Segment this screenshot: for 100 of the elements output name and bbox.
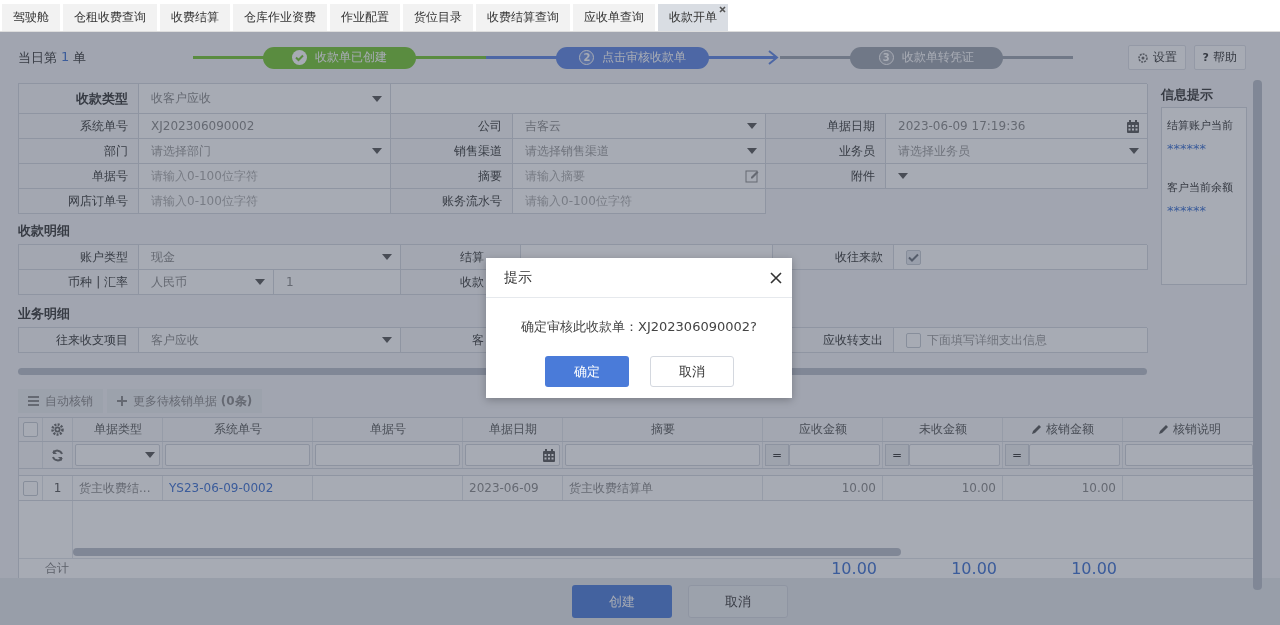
filter-field[interactable] xyxy=(315,444,460,466)
dialog-message: 确定审核此收款单：XJ202306090002? xyxy=(521,318,757,336)
column-header[interactable]: 单据类型 xyxy=(73,418,163,441)
field-label: 账户类型 xyxy=(80,248,128,266)
select-field[interactable]: 客户应收 xyxy=(139,328,400,352)
tab[interactable]: 仓库作业资费 xyxy=(233,4,327,31)
info-label: 结算账户当前 xyxy=(1167,118,1233,133)
tab[interactable]: 收费结算查询 xyxy=(476,4,570,31)
masked-value: ****** xyxy=(1167,141,1206,156)
tab[interactable]: 收费结算 xyxy=(160,4,230,31)
filter-field[interactable] xyxy=(909,444,1000,466)
field-label: 收往来款 xyxy=(835,248,883,266)
section-title: 业务明细 xyxy=(18,305,70,323)
column-header[interactable]: 摘要 xyxy=(563,418,763,441)
field-label: 结算 xyxy=(460,248,484,266)
tab[interactable]: 仓租收费查询 xyxy=(63,4,157,31)
filter-field[interactable] xyxy=(565,444,760,466)
checkbox[interactable] xyxy=(23,422,38,437)
field-label: 系统单号 xyxy=(80,117,128,135)
field-label: 部门 xyxy=(104,142,128,160)
caret-icon xyxy=(382,337,392,343)
select-field[interactable]: 吉客云 xyxy=(513,114,765,138)
checkbox[interactable] xyxy=(906,332,921,348)
operator-label[interactable]: = xyxy=(885,444,909,466)
caret-icon xyxy=(1129,148,1139,154)
field-label: 单据号 xyxy=(92,167,128,185)
info-title: 信息提示 xyxy=(1161,86,1214,104)
step-pill: 2 点击审核收款单 xyxy=(556,46,710,69)
tab[interactable]: 应收单查询 xyxy=(573,4,655,31)
calendar-icon xyxy=(1127,119,1139,133)
step-pill: 收款单已创建 xyxy=(263,46,417,69)
field-label: 账务流水号 xyxy=(442,192,502,210)
checkbox[interactable] xyxy=(906,249,921,265)
caret-icon xyxy=(747,148,757,154)
filter-field[interactable] xyxy=(789,444,880,466)
operator-label[interactable]: = xyxy=(765,444,789,466)
caret-icon xyxy=(372,95,382,102)
total-label: 合计 xyxy=(44,560,70,577)
close-icon[interactable] xyxy=(770,271,782,284)
scrollbar[interactable] xyxy=(1253,80,1262,590)
daily-count: 当日第 1 单 xyxy=(18,48,88,67)
operator-label[interactable]: = xyxy=(1005,444,1029,466)
field-label: 收款类型 xyxy=(76,89,128,108)
close-icon[interactable] xyxy=(719,6,726,13)
field-value: XJ202306090002 xyxy=(150,119,256,133)
filter-field[interactable] xyxy=(1125,444,1253,466)
column-header[interactable]: 应收金额 xyxy=(763,418,883,441)
tab[interactable]: 作业配置 xyxy=(330,4,400,31)
total-value: 10.00 xyxy=(830,559,878,578)
field-label: 应收转支出 xyxy=(823,331,883,349)
field-label: 公司 xyxy=(478,117,502,135)
caret-icon xyxy=(372,148,382,154)
create-button[interactable]: 创建 xyxy=(572,585,672,618)
field-label: 销售渠道 xyxy=(454,142,502,160)
field-label: 摘要 xyxy=(478,167,502,185)
column-header[interactable]: 单据号 xyxy=(313,418,463,441)
total-value: 10.00 xyxy=(950,559,998,578)
column-header[interactable]: 未收金额 xyxy=(883,418,1003,441)
caret-icon xyxy=(382,254,392,260)
filter-field[interactable] xyxy=(75,444,160,466)
field-label: 单据日期 xyxy=(827,117,875,135)
settings-button[interactable]: 设置 xyxy=(1127,45,1186,70)
cancel-button[interactable]: 取消 xyxy=(688,585,788,618)
check-icon xyxy=(292,50,308,65)
row-number: 1 xyxy=(43,476,73,500)
caret-icon xyxy=(255,279,265,285)
tab[interactable]: 驾驶舱 xyxy=(2,4,60,31)
field-label: 网店订单号 xyxy=(68,192,128,210)
dialog-title: 提示 xyxy=(504,268,532,287)
column-header[interactable]: 核销金额 xyxy=(1003,418,1123,441)
checkbox[interactable] xyxy=(23,480,38,496)
document-link[interactable]: YS23-06-09-0002 xyxy=(163,476,313,500)
calendar-icon xyxy=(543,448,555,462)
gear-icon[interactable] xyxy=(51,423,64,436)
filter-field[interactable] xyxy=(1029,444,1120,466)
tab[interactable]: 收款开单 xyxy=(658,4,728,31)
column-header[interactable]: 系统单号 xyxy=(163,418,313,441)
refresh-icon[interactable] xyxy=(51,448,64,462)
scrollbar[interactable] xyxy=(73,548,901,556)
info-label: 客户当前余额 xyxy=(1167,180,1233,195)
rate-field[interactable]: 1 xyxy=(274,275,400,289)
date-field[interactable]: 2023-06-09 17:19:36 xyxy=(886,114,1147,138)
section-title: 收款明细 xyxy=(18,222,70,240)
select-field[interactable]: 现金 xyxy=(139,245,400,269)
filter-field[interactable] xyxy=(165,444,310,466)
help-button[interactable]: ? 帮助 xyxy=(1193,45,1246,70)
select-field[interactable]: 人民币 xyxy=(139,270,274,294)
tab[interactable]: 货位目录 xyxy=(403,4,473,31)
edit-icon xyxy=(745,169,759,183)
filter-field[interactable] xyxy=(465,444,560,466)
total-value: 10.00 xyxy=(1070,559,1118,578)
cancel-button[interactable]: 取消 xyxy=(649,356,734,387)
table-cell: 10.00 xyxy=(883,476,1003,500)
select-field[interactable]: 收客户应收 xyxy=(139,84,390,113)
field-label: 附件 xyxy=(851,167,875,185)
confirm-button[interactable]: 确定 xyxy=(544,356,629,387)
field-label: 收款 xyxy=(460,273,484,291)
caret-icon xyxy=(898,173,908,179)
table-cell: 10.00 xyxy=(1003,476,1123,500)
column-header[interactable]: 单据日期 xyxy=(463,418,563,441)
